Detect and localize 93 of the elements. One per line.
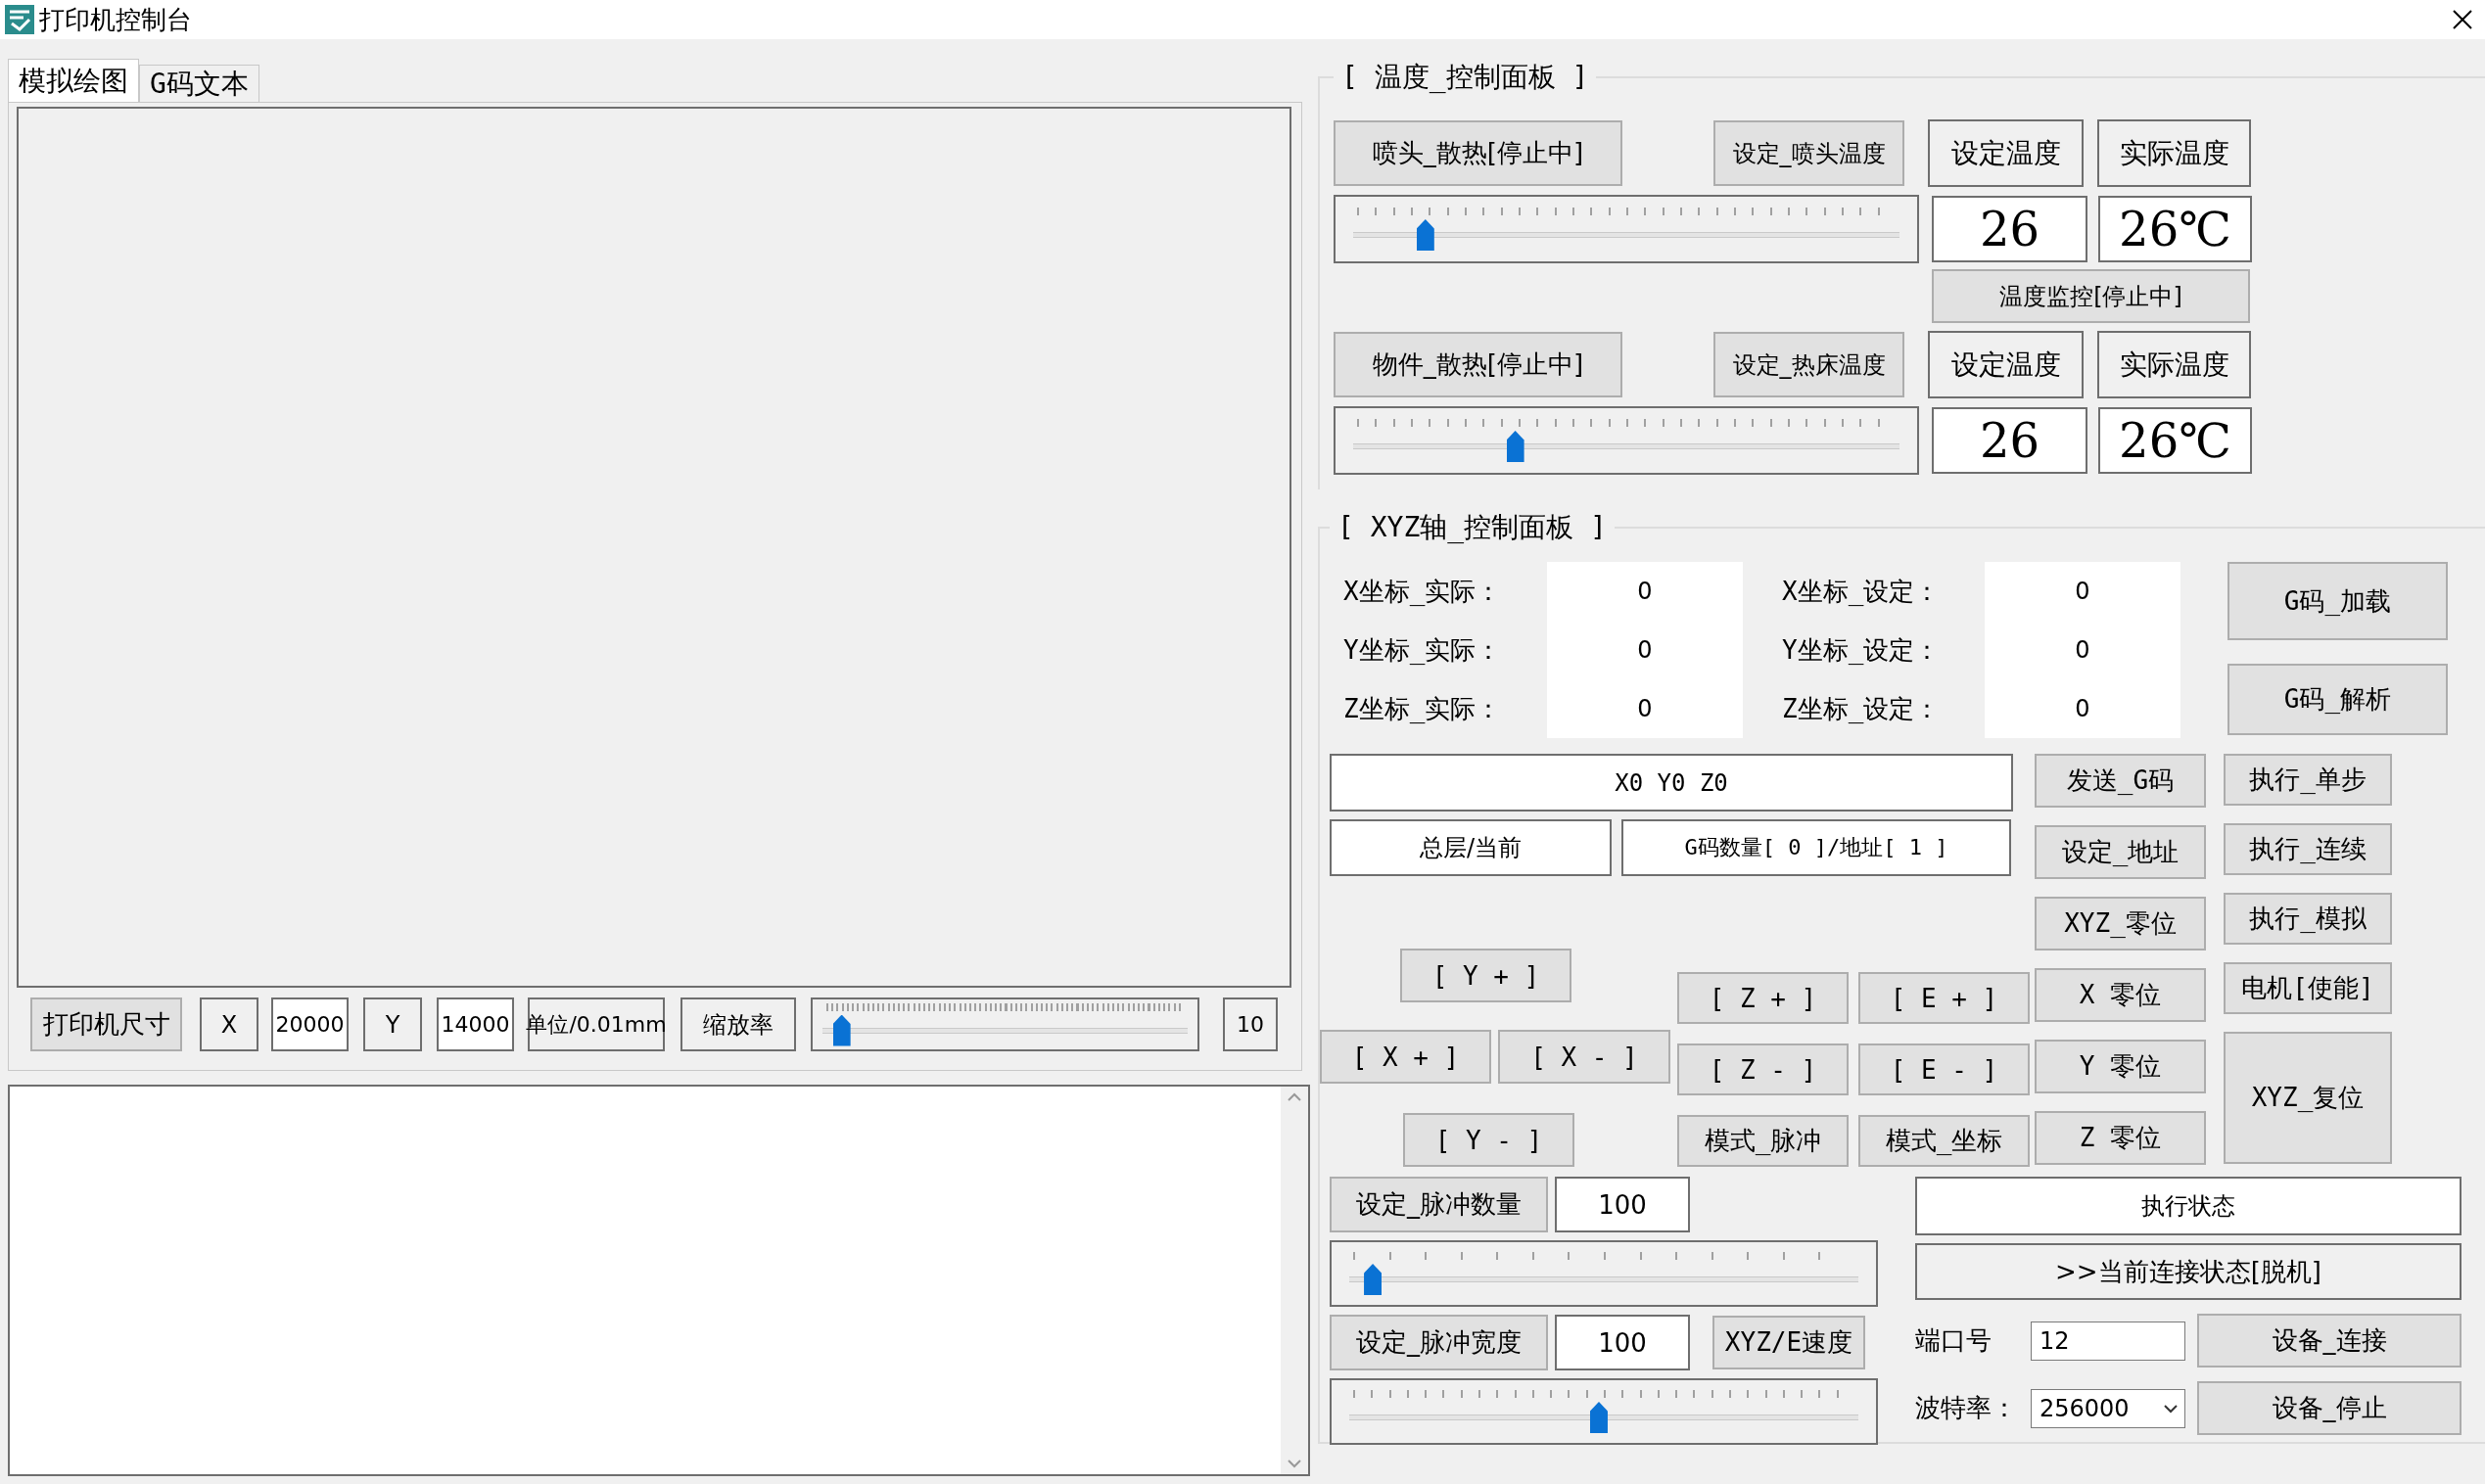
- control-button[interactable]: Y 零位: [2035, 1040, 2206, 1093]
- set-temperature-button[interactable]: 设定_喷头温度: [1713, 120, 1904, 186]
- axis-button[interactable]: 模式_坐标: [1858, 1115, 2030, 1167]
- window-title: 打印机控制台: [39, 3, 193, 36]
- jog-button[interactable]: [ X + ]: [1320, 1030, 1491, 1084]
- pulse-width-field[interactable]: 100: [1555, 1315, 1690, 1370]
- slider-thumb[interactable]: [1416, 219, 1434, 251]
- scroll-up-icon[interactable]: [1287, 1092, 1302, 1102]
- control-button[interactable]: 执行_单步: [2224, 754, 2392, 806]
- connect-button[interactable]: 设备_连接: [2197, 1314, 2462, 1368]
- axis-button[interactable]: 模式_脉冲: [1677, 1115, 1849, 1167]
- column-header: 设定温度: [1928, 331, 2084, 398]
- pulse-count-field[interactable]: 100: [1555, 1177, 1690, 1232]
- slider[interactable]: [1330, 1378, 1878, 1445]
- coordinate-value: 0: [1547, 679, 1743, 738]
- scrollbar[interactable]: [1281, 1087, 1308, 1474]
- gcode-command-field[interactable]: X0 Y0 Z0: [1330, 754, 2013, 812]
- control-button[interactable]: X 零位: [2035, 968, 2206, 1022]
- jog-button[interactable]: [ X - ]: [1498, 1030, 1670, 1084]
- gcode-count-box: G码数量[ 0 ]/地址[ 1 ]: [1621, 819, 2011, 876]
- fan-toggle-button[interactable]: 物件_散热[停止中]: [1334, 332, 1622, 397]
- set-temperature-button[interactable]: 设定_热床温度: [1713, 332, 1904, 397]
- column-header: 实际温度: [2097, 331, 2251, 398]
- coordinate-value: 0: [1547, 621, 1743, 679]
- slider-thumb[interactable]: [1589, 1402, 1608, 1433]
- axis-label: X: [200, 997, 258, 1051]
- connection-status: >>当前连接状态[脱机]: [1915, 1243, 2462, 1300]
- monitor-toggle-button[interactable]: 温度监控[停止中]: [1932, 269, 2250, 323]
- coordinate-label: Y坐标_实际：: [1343, 633, 1503, 667]
- slider-thumb[interactable]: [832, 1014, 851, 1046]
- slider[interactable]: [1330, 1240, 1878, 1307]
- baud-rate-dropdown[interactable]: 256000: [2031, 1388, 2185, 1428]
- control-button[interactable]: 执行_连续: [2224, 823, 2392, 875]
- jog-button[interactable]: [ Y + ]: [1400, 949, 1571, 1002]
- tab[interactable]: G码文本: [139, 65, 259, 102]
- column-header: 设定温度: [1928, 119, 2084, 187]
- close-icon[interactable]: [2452, 9, 2473, 30]
- control-button[interactable]: XYZ_零位: [2035, 897, 2206, 951]
- load-gcode-button[interactable]: G码_加载: [2227, 562, 2448, 640]
- zoom-value: 10: [1223, 997, 1278, 1051]
- slider-thumb[interactable]: [1506, 431, 1524, 462]
- port-field[interactable]: 12: [2031, 1321, 2185, 1361]
- control-button[interactable]: 发送_G码: [2035, 754, 2206, 808]
- panel-title: [ 温度_控制面板 ]: [1340, 60, 1590, 95]
- baud-rate-label: 波特率：: [1915, 1392, 2018, 1424]
- jog-button[interactable]: [ Y - ]: [1403, 1113, 1574, 1167]
- tab[interactable]: 模拟绘图: [8, 59, 139, 102]
- control-button[interactable]: 执行_模拟: [2224, 893, 2392, 945]
- height-field[interactable]: 14000: [437, 997, 514, 1051]
- set-pulse-count-button[interactable]: 设定_脉冲数量: [1330, 1177, 1548, 1232]
- control-button[interactable]: 电机[使能]: [2224, 962, 2392, 1014]
- printer-size-button[interactable]: 打印机尺寸: [30, 997, 182, 1051]
- control-button[interactable]: XYZ_复位: [2224, 1032, 2392, 1164]
- set-temperature-value: 26: [1932, 196, 2087, 262]
- axis-button[interactable]: [ E - ]: [1858, 1043, 2030, 1095]
- coordinate-value: 0: [1985, 679, 2180, 738]
- port-label: 端口号: [1915, 1324, 1993, 1357]
- zoom-label: 缩放率: [680, 997, 796, 1051]
- slider[interactable]: [1334, 406, 1919, 475]
- column-header: 实际温度: [2097, 119, 2251, 187]
- axis-button[interactable]: [ Z - ]: [1677, 1043, 1849, 1095]
- execution-status: 执行状态: [1915, 1177, 2462, 1235]
- fan-toggle-button[interactable]: 喷头_散热[停止中]: [1334, 120, 1622, 186]
- coordinate-label: Z坐标_设定：: [1782, 692, 1942, 725]
- layer-count-box: 总层/当前: [1330, 819, 1612, 876]
- slider[interactable]: [811, 997, 1199, 1051]
- coordinate-value: 0: [1985, 621, 2180, 679]
- width-field[interactable]: 20000: [271, 997, 349, 1051]
- chevron-down-icon: [2163, 1403, 2179, 1414]
- control-button[interactable]: Z 零位: [2035, 1111, 2206, 1165]
- actual-temperature-value: 26℃: [2098, 196, 2252, 262]
- slider-thumb[interactable]: [1364, 1264, 1383, 1295]
- app-icon: [4, 4, 35, 35]
- speed-button[interactable]: XYZ/E速度: [1712, 1316, 1865, 1369]
- axis-button[interactable]: [ E + ]: [1858, 972, 2030, 1024]
- parse-gcode-button[interactable]: G码_解析: [2227, 664, 2448, 735]
- control-button[interactable]: 设定_地址: [2035, 825, 2206, 879]
- axis-label: Y: [363, 997, 422, 1051]
- stop-button[interactable]: 设备_停止: [2197, 1381, 2462, 1435]
- unit-label: 单位/0.01mm: [528, 997, 665, 1051]
- coordinate-label: X坐标_实际：: [1343, 575, 1503, 608]
- axis-button[interactable]: [ Z + ]: [1677, 972, 1849, 1024]
- scroll-down-icon[interactable]: [1287, 1459, 1302, 1468]
- slider[interactable]: [1334, 195, 1919, 263]
- coordinate-label: X坐标_设定：: [1782, 575, 1942, 608]
- set-temperature-value: 26: [1932, 407, 2087, 474]
- coordinate-value: 0: [1985, 562, 2180, 621]
- coordinate-value: 0: [1547, 562, 1743, 621]
- set-pulse-width-button[interactable]: 设定_脉冲宽度: [1330, 1315, 1548, 1370]
- coordinate-label: Z坐标_实际：: [1343, 692, 1503, 725]
- panel-title: [ XYZ轴_控制面板 ]: [1336, 510, 1608, 545]
- actual-temperature-value: 26℃: [2098, 407, 2252, 474]
- coordinate-label: Y坐标_设定：: [1782, 633, 1942, 667]
